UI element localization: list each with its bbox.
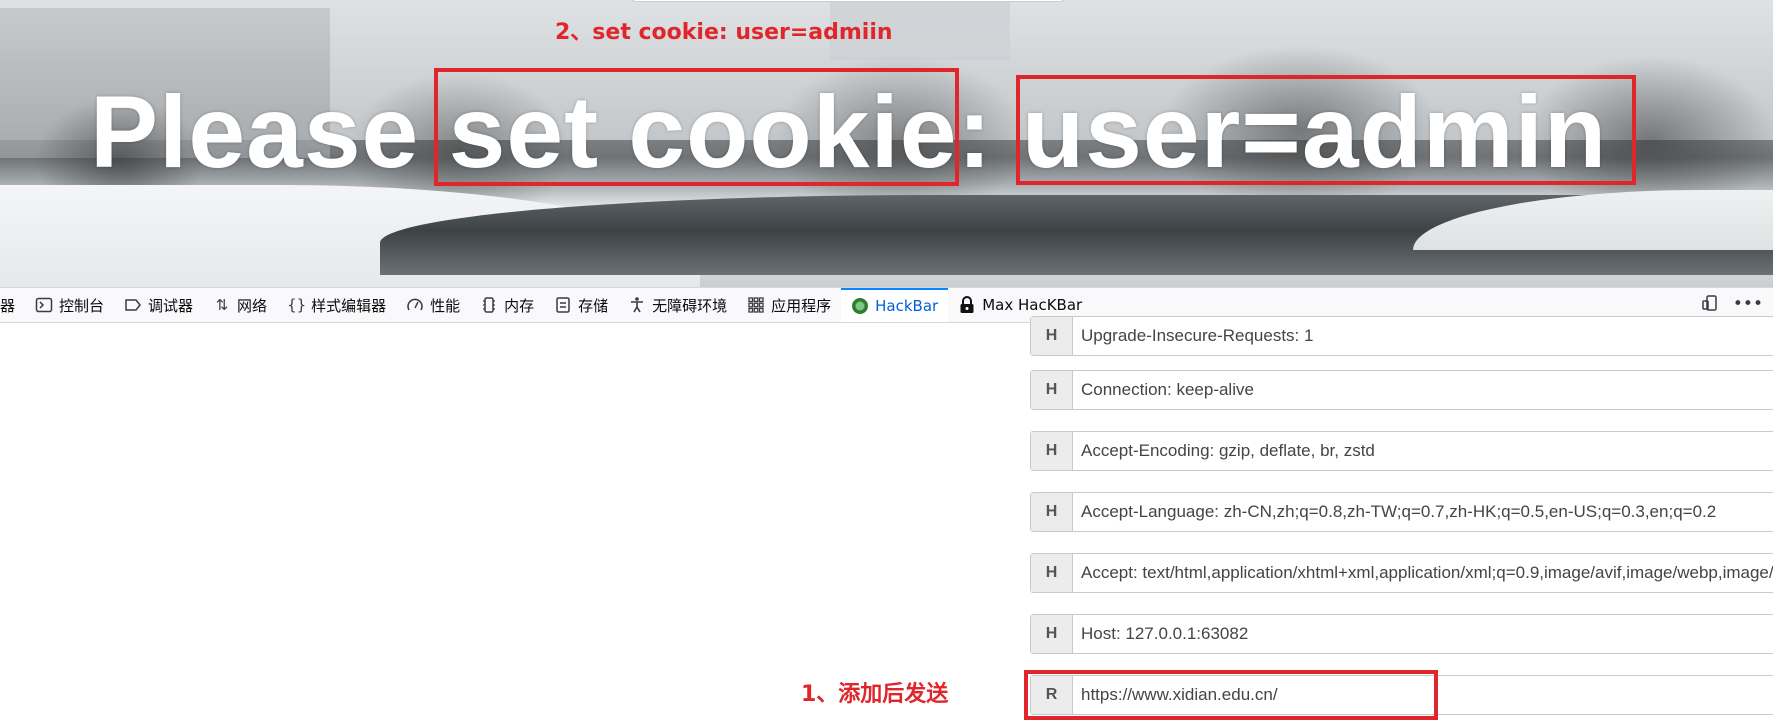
- max-hackbar-icon: [958, 296, 976, 314]
- toolbar-right-controls: •••: [1701, 294, 1773, 317]
- tab-label: 存储: [578, 296, 609, 315]
- more-options-icon[interactable]: •••: [1733, 294, 1763, 317]
- header-row[interactable]: H Accept-Language: zh-CN,zh;q=0.8,zh-TW;…: [1030, 492, 1773, 532]
- header-value[interactable]: Accept-Language: zh-CN,zh;q=0.8,zh-TW;q=…: [1073, 493, 1773, 531]
- header-row[interactable]: H Host: 127.0.0.1:63082: [1030, 614, 1773, 654]
- tab-performance[interactable]: 性能: [396, 288, 470, 322]
- header-value[interactable]: Accept-Encoding: gzip, deflate, br, zstd: [1073, 432, 1773, 470]
- tab-network[interactable]: ⇅ 网络: [203, 288, 277, 322]
- page-top-element: [630, 0, 1066, 2]
- tab-label: 内存: [504, 296, 535, 315]
- style-editor-icon: {}: [287, 296, 307, 314]
- application-icon: [747, 296, 765, 314]
- tab-label: 调试器: [148, 296, 194, 315]
- hackbar-panel: H Upgrade-Insecure-Requests: 1 H Connect…: [0, 316, 1773, 723]
- console-icon: [35, 296, 53, 314]
- row-type-badge: H: [1031, 371, 1073, 409]
- row-type-badge: H: [1031, 615, 1073, 653]
- tab-label: 性能: [430, 296, 461, 315]
- header-row[interactable]: H Accept: text/html,application/xhtml+xm…: [1030, 553, 1773, 593]
- annotation-box-url: [1024, 670, 1438, 720]
- tab-hackbar[interactable]: HackBar: [841, 288, 949, 322]
- row-type-badge: H: [1031, 554, 1073, 592]
- accessibility-icon: [628, 296, 646, 314]
- page-viewport: Please set cookie: user=admin 2、set cook…: [0, 0, 1773, 287]
- tab-label: 控制台: [59, 296, 105, 315]
- row-type-badge: H: [1031, 432, 1073, 470]
- tab-label: 网络: [237, 296, 268, 315]
- debugger-icon: [124, 296, 142, 314]
- responsive-design-icon[interactable]: [1701, 294, 1719, 317]
- annotation-step2: 2、set cookie: user=admiin: [555, 20, 893, 45]
- annotation-box-user-admin: [1016, 75, 1636, 185]
- header-row[interactable]: H Upgrade-Insecure-Requests: 1: [1030, 316, 1773, 356]
- row-type-badge: H: [1031, 493, 1073, 531]
- tab-storage[interactable]: 存储: [544, 288, 618, 322]
- header-value[interactable]: Host: 127.0.0.1:63082: [1073, 615, 1773, 653]
- performance-icon: [406, 296, 424, 314]
- tab-label: Max HacKBar: [982, 296, 1083, 314]
- tab-accessibility[interactable]: 无障碍环境: [618, 288, 737, 322]
- network-icon: ⇅: [215, 296, 229, 314]
- tab-application[interactable]: 应用程序: [737, 288, 841, 322]
- tab-label: HackBar: [875, 297, 939, 315]
- tab-label: 应用程序: [771, 296, 832, 315]
- header-row[interactable]: H Accept-Encoding: gzip, deflate, br, zs…: [1030, 431, 1773, 471]
- header-value[interactable]: Connection: keep-alive: [1073, 371, 1773, 409]
- tab-memory[interactable]: 内存: [470, 288, 544, 322]
- annotation-box-set-cookie: [434, 68, 959, 186]
- memory-icon: [480, 296, 498, 314]
- tab-label: 样式编辑器: [311, 296, 387, 315]
- storage-icon: [554, 296, 572, 314]
- header-value[interactable]: Upgrade-Insecure-Requests: 1: [1073, 317, 1773, 355]
- tab-debugger[interactable]: 调试器: [114, 288, 203, 322]
- header-value[interactable]: Accept: text/html,application/xhtml+xml,…: [1073, 554, 1773, 592]
- tab-inspector[interactable]: 器: [0, 288, 25, 322]
- hackbar-icon: [851, 297, 869, 315]
- tab-label: 无障碍环境: [652, 296, 728, 315]
- row-type-badge: H: [1031, 317, 1073, 355]
- annotation-step1: 1、添加后发送: [801, 682, 949, 707]
- tab-style-editor[interactable]: {} 样式编辑器: [277, 288, 396, 322]
- tab-label: 器: [0, 296, 16, 315]
- tab-console[interactable]: 控制台: [25, 288, 114, 322]
- header-row[interactable]: H Connection: keep-alive: [1030, 370, 1773, 410]
